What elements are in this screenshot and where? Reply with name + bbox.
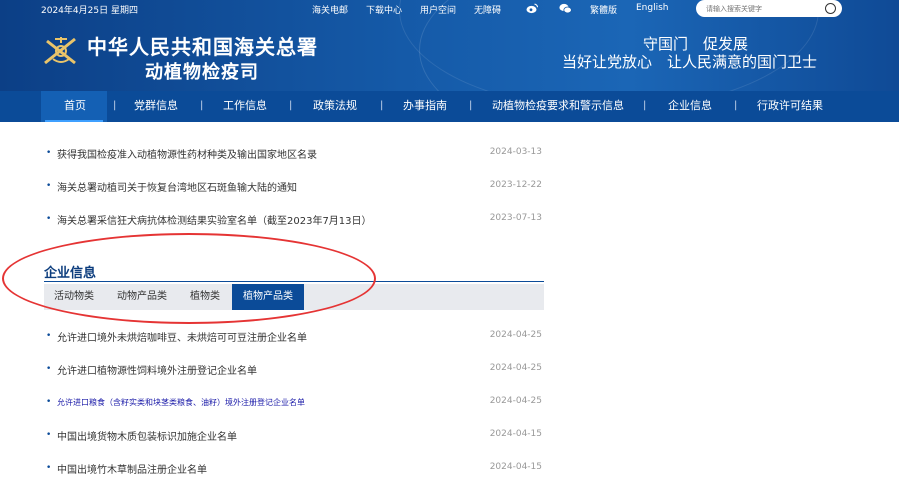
list-item-date: 2024-04-25 — [489, 363, 542, 373]
search-icon[interactable] — [825, 3, 836, 14]
bullet: • — [46, 397, 52, 407]
english-link[interactable]: English — [636, 3, 669, 13]
top-links: 海关电邮 下载中心 用户空间 无障碍 — [312, 3, 519, 16]
list-item-title[interactable]: 允许进口境外未烘焙咖啡豆、未烘焙可可豆注册企业名单 — [57, 329, 307, 344]
weibo-icon[interactable] — [526, 3, 539, 14]
bullet: • — [46, 463, 52, 473]
nav-item-home[interactable]: 首页 — [64, 91, 86, 120]
nav-item-enterprise[interactable]: 企业信息 — [668, 91, 712, 120]
list-item-date: 2024-04-25 — [489, 330, 542, 340]
org-name-line1: 中华人民共和国海关总署 — [87, 35, 318, 59]
nav-separator: | — [380, 100, 384, 111]
nav-separator: | — [734, 100, 738, 111]
nav-separator: | — [113, 100, 117, 111]
site-header: 2024年4月25日 星期四 海关电邮 下载中心 用户空间 无障碍 繁體版 En… — [0, 0, 899, 91]
org-name-line2: 动植物检疫司 — [145, 62, 259, 83]
bullet: • — [46, 364, 52, 374]
nav-separator: | — [289, 100, 293, 111]
nav-item-quarantine-requirements[interactable]: 动植物检疫要求和警示信息 — [492, 91, 624, 120]
top-link-download[interactable]: 下载中心 — [366, 3, 402, 16]
nav-active-underline — [45, 120, 103, 122]
nav-separator: | — [643, 100, 647, 111]
nav-separator: | — [200, 100, 204, 111]
nav-separator: | — [469, 100, 473, 111]
search-input[interactable] — [706, 2, 816, 15]
slogan-line2: 当好让党放心 让人民满意的国门卫士 — [562, 53, 818, 71]
list-item-date: 2023-12-22 — [489, 180, 542, 190]
list-item[interactable]: • 允许进口境外未烘焙咖啡豆、未烘焙可可豆注册企业名单 2024-04-25 — [44, 328, 544, 344]
list-item[interactable]: • 获得我国检疫准入动植物源性药材种类及输出国家地区名录 2024-03-13 — [44, 145, 544, 161]
bullet: • — [46, 181, 52, 191]
list-item[interactable]: • 海关总署采信狂犬病抗体检测结果实验室名单（截至2023年7月13日） 202… — [44, 211, 544, 227]
list-item[interactable]: • 允许进口粮食（含籽实类和块茎类粮食、油籽）境外注册登记企业名单 2024-0… — [44, 394, 544, 410]
bullet: • — [46, 430, 52, 440]
list-item[interactable]: • 允许进口植物源性饲料境外注册登记企业名单 2024-04-25 — [44, 361, 544, 377]
list-item-date: 2024-04-15 — [489, 462, 542, 472]
list-item-title[interactable]: 中国出境货物木质包装标识加施企业名单 — [57, 428, 237, 443]
nav-item-party[interactable]: 党群信息 — [134, 91, 178, 120]
wechat-icon[interactable] — [559, 3, 572, 14]
bullet: • — [46, 148, 52, 158]
list-item[interactable]: • 中国出境货物木质包装标识加施企业名单 2024-04-15 — [44, 427, 544, 443]
list-item-title[interactable]: 允许进口粮食（含籽实类和块茎类粮食、油籽）境外注册登记企业名单 — [57, 397, 305, 408]
list-item-date: 2024-04-15 — [489, 429, 542, 439]
bullet: • — [46, 331, 52, 341]
nav-item-work-info[interactable]: 工作信息 — [223, 91, 267, 120]
list-item-title[interactable]: 允许进口植物源性饲料境外注册登记企业名单 — [57, 362, 257, 377]
main-nav: 首页 | 党群信息 | 工作信息 | 政策法规 | 办事指南 | 动植物检疫要求… — [0, 91, 899, 122]
list-item-title[interactable]: 海关总署采信狂犬病抗体检测结果实验室名单（截至2023年7月13日） — [57, 212, 372, 227]
current-date: 2024年4月25日 星期四 — [41, 6, 138, 16]
top-link-mail[interactable]: 海关电邮 — [312, 3, 348, 16]
nav-item-policy[interactable]: 政策法规 — [313, 91, 357, 120]
list-item-date: 2024-04-25 — [489, 396, 542, 406]
traditional-chinese-link[interactable]: 繁體版 — [590, 3, 617, 16]
list-item-title[interactable]: 中国出境竹木草制品注册企业名单 — [57, 461, 207, 476]
top-link-user-space[interactable]: 用户空间 — [420, 3, 456, 16]
customs-emblem-logo — [41, 33, 81, 69]
list-item-date: 2024-03-13 — [489, 147, 542, 157]
list-item-title[interactable]: 海关总署动植司关于恢复台湾地区石斑鱼输大陆的通知 — [57, 179, 297, 194]
list-item[interactable]: • 中国出境竹木草制品注册企业名单 2024-04-15 — [44, 460, 544, 476]
top-bar: 2024年4月25日 星期四 海关电邮 下载中心 用户空间 无障碍 繁體版 En… — [0, 0, 899, 18]
top-link-accessibility[interactable]: 无障碍 — [474, 3, 501, 16]
nav-item-license-results[interactable]: 行政许可结果 — [757, 91, 823, 120]
bullet: • — [46, 214, 52, 224]
list-item[interactable]: • 海关总署动植司关于恢复台湾地区石斑鱼输大陆的通知 2023-12-22 — [44, 178, 544, 194]
list-item-date: 2023-07-13 — [489, 213, 542, 223]
nav-item-guide[interactable]: 办事指南 — [403, 91, 447, 120]
annotation-highlight-ellipse — [2, 233, 376, 324]
search-box — [696, 0, 842, 17]
list-item-title[interactable]: 获得我国检疫准入动植物源性药材种类及输出国家地区名录 — [57, 146, 317, 161]
